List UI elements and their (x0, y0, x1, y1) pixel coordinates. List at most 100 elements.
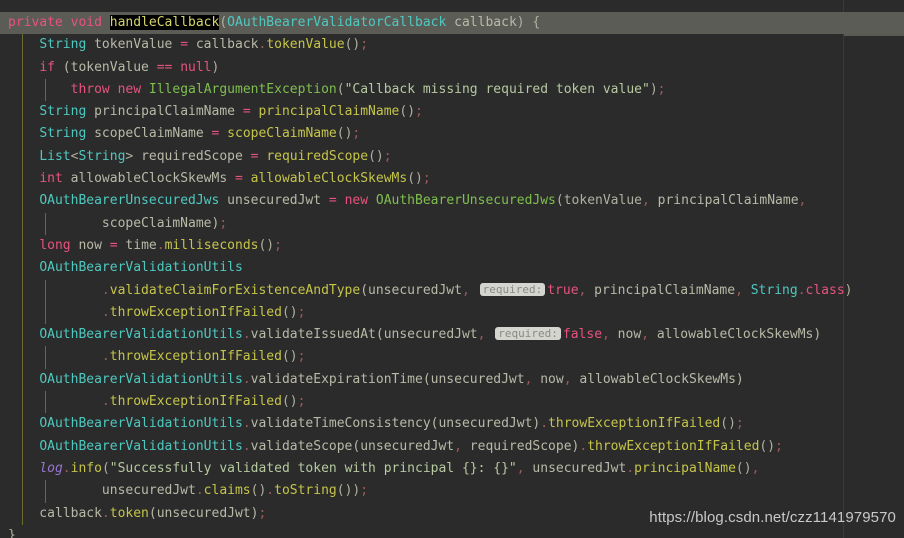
code-token: throwExceptionIfFailed (109, 304, 282, 320)
code-token: callback (446, 15, 517, 30)
code-line[interactable]: unsecuredJwt.claims().toString()); (0, 480, 904, 503)
code-token: requiredScope) (461, 438, 580, 454)
code-token: (unsecuredJwt) (148, 505, 259, 521)
code-line[interactable]: } (0, 525, 904, 538)
code-line[interactable]: OAuthBearerUnsecuredJws unsecuredJwt = n… (0, 190, 904, 213)
code-line[interactable]: String tokenValue = callback.tokenValue(… (0, 34, 904, 57)
code-line-text: String tokenValue = callback.tokenValue(… (0, 34, 368, 56)
code-token: requiredScope (133, 148, 251, 164)
code-token: ; (383, 148, 392, 164)
code-line[interactable]: String principalClaimName = principalCla… (0, 101, 904, 124)
code-token: . (195, 483, 204, 499)
code-token: milliseconds (164, 237, 259, 253)
code-token: , (641, 327, 649, 343)
code-token: List (39, 148, 71, 164)
code-token: () (368, 148, 384, 164)
code-token: ; (360, 483, 369, 499)
code-token: void (70, 15, 102, 30)
code-content[interactable]: private void handleCallback(OAuthBearerV… (0, 12, 904, 538)
code-token: validateScope (250, 438, 353, 454)
code-token: . (266, 483, 275, 499)
code-token: . (101, 349, 110, 365)
code-token: ; (297, 304, 306, 320)
code-token: = (242, 104, 251, 120)
code-line[interactable]: private void handleCallback(OAuthBearerV… (0, 12, 904, 35)
code-token: principalClaimName (86, 104, 243, 120)
code-line-text: } (0, 525, 16, 538)
code-line-text: throw new IllegalArgumentException("Call… (0, 79, 666, 101)
parameter-hint-badge: required: (495, 327, 561, 341)
code-token: = (328, 193, 337, 209)
code-line-text: OAuthBearerValidationUtils.validateExpir… (0, 369, 743, 391)
code-token: principalName (634, 460, 736, 476)
code-token: (tokenValue (54, 59, 157, 75)
code-line[interactable]: OAuthBearerValidationUtils.validateExpir… (0, 368, 904, 392)
code-line[interactable]: if (tokenValue == null) (0, 56, 904, 79)
code-line[interactable]: .throwExceptionIfFailed(); (0, 391, 904, 414)
code-line[interactable]: OAuthBearerValidationUtils.validateTimeC… (0, 413, 904, 436)
code-token: scopeClaimName) (8, 215, 220, 231)
code-token: (unsecuredJwt (375, 327, 478, 343)
code-line-text: OAuthBearerUnsecuredJws unsecuredJwt = n… (0, 190, 806, 212)
code-token: private (8, 15, 63, 30)
code-token: . (101, 304, 110, 320)
code-line[interactable]: List<String> requiredScope = requiredSco… (0, 145, 904, 169)
code-line-text: String scopeClaimName = scopeClaimName()… (0, 123, 360, 145)
code-token: OAuthBearerUnsecuredJws (375, 193, 556, 209)
code-token: . (156, 237, 165, 253)
code-line[interactable]: throw new IllegalArgumentException("Call… (0, 78, 904, 102)
code-token: = (180, 37, 189, 53)
code-line[interactable]: .validateClaimForExistenceAndType(unsecu… (0, 279, 904, 302)
code-token: OAuthBearerValidationUtils (39, 416, 243, 432)
code-token: ; (415, 104, 423, 120)
code-token: "Callback missing required token value" (344, 81, 650, 97)
code-line-text: callback.token(unsecuredJwt); (0, 503, 266, 525)
code-line-text: .throwExceptionIfFailed(); (0, 302, 306, 324)
code-token: principalClaimName (649, 193, 799, 209)
code-line[interactable]: log.info("Successfully validated token w… (0, 457, 904, 481)
code-line[interactable]: scopeClaimName); (0, 212, 904, 235)
code-line-text: OAuthBearerValidationUtils.validateTimeC… (0, 413, 743, 435)
code-token: (unsecuredJwt (352, 438, 455, 454)
code-line[interactable]: OAuthBearerValidationUtils (0, 257, 904, 280)
code-token: tokenValue (86, 37, 181, 53)
code-line-text: int allowableClockSkewMs = allowableCloc… (0, 168, 430, 190)
code-line[interactable]: long now = time.milliseconds(); (0, 234, 904, 258)
code-token: throwExceptionIfFailed (109, 349, 282, 365)
code-token: () (759, 438, 776, 454)
code-token: log (39, 460, 63, 476)
code-line[interactable]: String scopeClaimName = scopeClaimName()… (0, 123, 904, 146)
code-token: validateTimeConsistency (250, 416, 431, 432)
code-line[interactable]: .throwExceptionIfFailed(); (0, 301, 904, 325)
code-token: scopeClaimName (227, 126, 337, 142)
code-token: , (563, 371, 572, 387)
watermark-url: https://blog.csdn.net/czz1141979570 (649, 509, 896, 526)
code-token: . (242, 371, 251, 387)
code-token: unsecuredJwt (219, 193, 329, 209)
code-line[interactable]: int allowableClockSkewMs = allowableCloc… (0, 168, 904, 191)
code-line[interactable]: .throwExceptionIfFailed(); (0, 346, 904, 369)
code-token: principalClaimName (586, 282, 736, 298)
code-token: } (8, 527, 16, 538)
code-token: , (735, 282, 743, 298)
code-line[interactable]: OAuthBearerValidationUtils.validateScope… (0, 435, 904, 458)
code-token: "Successfully validated token with princ… (109, 460, 517, 476)
code-token: throwExceptionIfFailed (548, 416, 721, 432)
code-token: ( (219, 15, 228, 30)
code-token: callback (8, 505, 102, 521)
code-line-text: scopeClaimName); (0, 213, 227, 235)
code-token: . (62, 460, 71, 476)
code-line[interactable]: OAuthBearerValidationUtils.validateIssue… (0, 324, 904, 347)
